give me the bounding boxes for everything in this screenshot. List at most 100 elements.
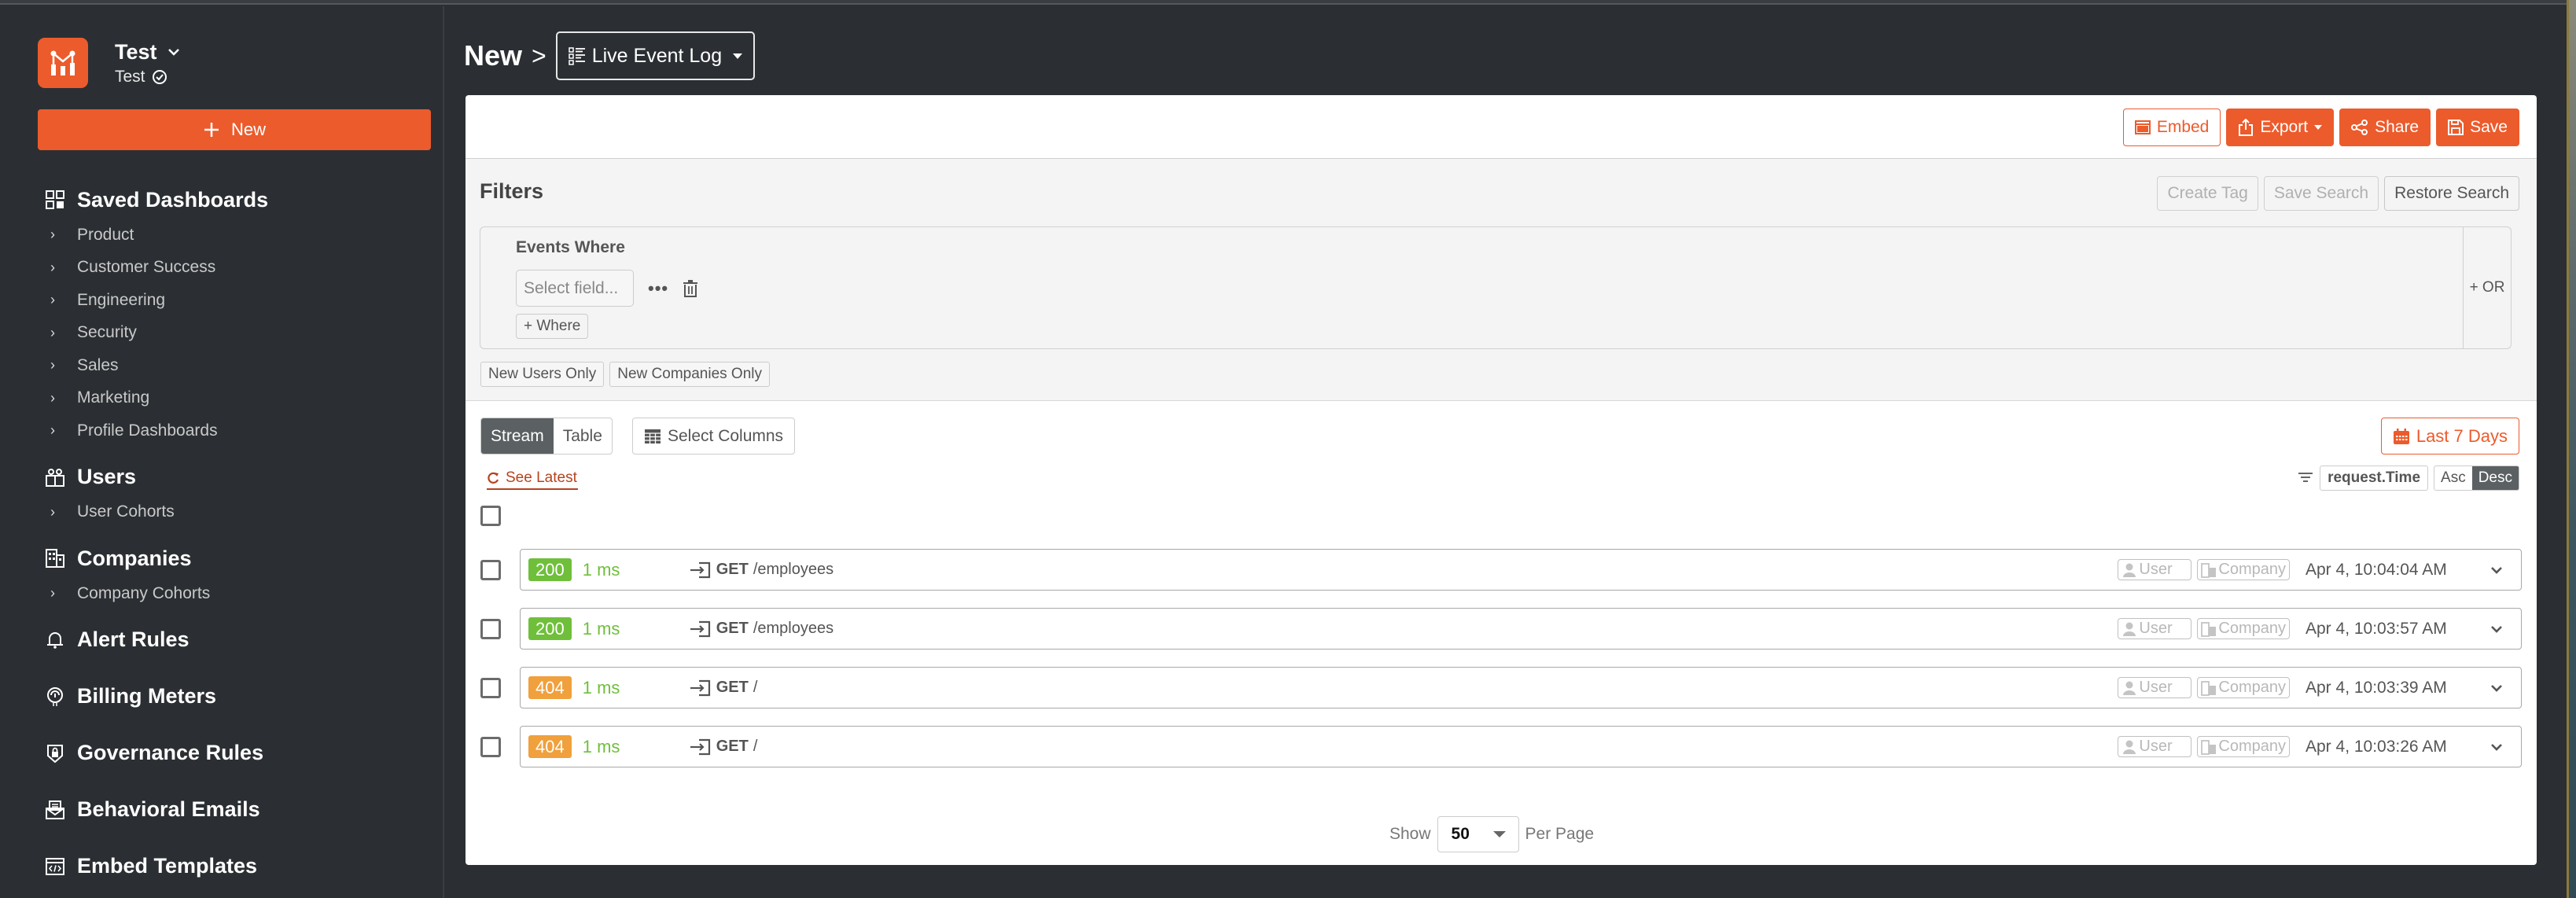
add-or-button[interactable]: + OR <box>2463 227 2511 348</box>
window-top-border <box>0 0 2567 5</box>
chevron-down-icon[interactable] <box>2490 624 2504 634</box>
share-label: Share <box>2375 118 2420 136</box>
add-where-button[interactable]: + Where <box>516 314 589 339</box>
tab-stream[interactable]: Stream <box>481 418 554 454</box>
sidebar-section-saved-dashboards[interactable]: Saved Dashboards <box>46 181 423 219</box>
sidebar-item-label: User Cohorts <box>77 502 175 521</box>
chevron-right-icon: › <box>50 226 55 243</box>
row-checkbox[interactable] <box>480 736 501 757</box>
see-latest-link[interactable]: See Latest <box>487 469 578 490</box>
per-page-select[interactable]: 50 <box>1437 816 1519 852</box>
sidebar-section-governance-rules[interactable]: Governance Rules <box>46 734 423 772</box>
company-tag[interactable]: Company <box>2197 677 2290 698</box>
export-button[interactable]: Export <box>2226 109 2335 146</box>
sidebar-section-label: Saved Dashboards <box>77 187 269 212</box>
sidebar-section-users[interactable]: Users <box>46 458 423 496</box>
event-item[interactable]: 200 1 ms GET /employees User Company Apr… <box>520 608 2522 650</box>
sidebar-item-security[interactable]: › Security <box>46 317 423 350</box>
duration: 1 ms <box>582 559 620 580</box>
sidebar-item-product[interactable]: › Product <box>46 219 423 252</box>
row-checkbox[interactable] <box>480 677 501 698</box>
breadcrumb-root[interactable]: New <box>464 39 522 72</box>
user-tag[interactable]: User <box>2118 736 2192 757</box>
where-clause-group: Events Where Select field... ••• + Where… <box>480 226 2512 349</box>
share-button[interactable]: Share <box>2339 109 2431 146</box>
trash-icon[interactable] <box>683 279 698 298</box>
new-users-only-chip[interactable]: New Users Only <box>480 362 605 387</box>
select-field-input[interactable]: Select field... <box>516 270 634 307</box>
sidebar-item-engineering[interactable]: › Engineering <box>46 284 423 317</box>
event-item[interactable]: 404 1 ms GET / User Company Apr 4, 10:03… <box>520 726 2522 767</box>
sort-filter-icon <box>2298 473 2313 482</box>
user-tag[interactable]: User <box>2118 677 2192 698</box>
incoming-request-icon <box>690 679 710 696</box>
plus-icon <box>204 123 219 137</box>
sidebar-item-label: Security <box>77 323 137 342</box>
create-tag-button[interactable]: Create Tag <box>2157 176 2258 211</box>
duration: 1 ms <box>582 677 620 697</box>
breadcrumb-separator: > <box>532 41 546 70</box>
sidebar-item-company-cohorts[interactable]: › Company Cohorts <box>46 577 423 610</box>
company-tag[interactable]: Company <box>2197 618 2290 639</box>
sidebar-item-marketing[interactable]: › Marketing <box>46 382 423 415</box>
event-list: 200 1 ms GET /employees User Company Apr… <box>480 549 2522 785</box>
request-path: /employees <box>753 620 834 637</box>
event-item[interactable]: 200 1 ms GET /employees User Company Apr… <box>520 549 2522 591</box>
user-icon <box>2123 563 2136 577</box>
sort-field-select[interactable]: request.Time <box>2320 466 2429 491</box>
list-icon <box>568 47 585 65</box>
user-tag[interactable]: User <box>2118 559 2192 580</box>
sidebar-item-profile-dashboards[interactable]: › Profile Dashboards <box>46 414 423 447</box>
chevron-down-icon[interactable] <box>2490 742 2504 752</box>
sidebar-section-billing-meters[interactable]: Billing Meters <box>46 678 423 716</box>
sidebar-item-customer-success[interactable]: › Customer Success <box>46 252 423 285</box>
sidebar-item-label: Customer Success <box>77 258 216 277</box>
more-options-icon[interactable]: ••• <box>648 278 668 299</box>
select-all-checkbox[interactable] <box>480 506 501 526</box>
workspace-switcher[interactable]: Test Test <box>38 38 181 88</box>
sort-desc-button[interactable]: Desc <box>2471 466 2519 490</box>
sidebar-item-sales[interactable]: › Sales <box>46 349 423 382</box>
chevron-down-icon[interactable] <box>2490 565 2504 575</box>
chevron-right-icon: › <box>50 585 55 602</box>
user-icon <box>2123 622 2136 636</box>
sidebar-section-label: Billing Meters <box>77 684 217 708</box>
bell-icon <box>46 631 64 650</box>
chevron-right-icon: › <box>50 389 55 406</box>
workspace-name: Test <box>115 39 157 64</box>
user-tag[interactable]: User <box>2118 618 2192 639</box>
company-tag[interactable]: Company <box>2197 559 2290 580</box>
sidebar-section-embed-templates[interactable]: Embed Templates <box>46 848 423 885</box>
event-item[interactable]: 404 1 ms GET / User Company Apr 4, 10:03… <box>520 667 2522 708</box>
chevron-down-icon[interactable] <box>2490 683 2504 693</box>
quick-filters: New Users Only New Companies Only <box>480 362 770 387</box>
request-path: / <box>753 679 758 696</box>
new-button[interactable]: New <box>38 109 431 150</box>
tab-table[interactable]: Table <box>554 418 612 454</box>
company-tag-label: Company <box>2218 738 2286 755</box>
sidebar-section-companies[interactable]: Companies <box>46 539 423 577</box>
select-columns-button[interactable]: Select Columns <box>632 418 796 455</box>
sort-asc-button[interactable]: Asc <box>2434 466 2472 490</box>
save-search-button[interactable]: Save Search <box>2263 176 2379 211</box>
restore-search-button[interactable]: Restore Search <box>2384 176 2519 211</box>
row-checkbox[interactable] <box>480 618 501 639</box>
check-circle-icon <box>152 69 167 84</box>
status-badge: 200 <box>528 617 572 640</box>
embed-button[interactable]: Embed <box>2122 109 2221 146</box>
company-tag[interactable]: Company <box>2197 736 2290 757</box>
building-icon <box>46 549 64 568</box>
new-companies-only-chip[interactable]: New Companies Only <box>609 362 770 387</box>
view-type-dropdown[interactable]: Live Event Log <box>555 31 756 80</box>
request-path: /employees <box>753 561 834 578</box>
user-icon <box>2123 681 2136 695</box>
sidebar-item-label: Engineering <box>77 290 166 309</box>
sidebar-section-alert-rules[interactable]: Alert Rules <box>46 621 423 659</box>
http-method: GET <box>716 561 749 578</box>
sidebar-section-behavioral-emails[interactable]: Behavioral Emails <box>46 791 423 829</box>
row-checkbox[interactable] <box>480 559 501 580</box>
sidebar-item-user-cohorts[interactable]: › User Cohorts <box>46 496 423 529</box>
date-range-button[interactable]: Last 7 Days <box>2380 418 2519 455</box>
event-row: 200 1 ms GET /employees User Company Apr… <box>480 608 2522 650</box>
save-button[interactable]: Save <box>2436 109 2519 146</box>
